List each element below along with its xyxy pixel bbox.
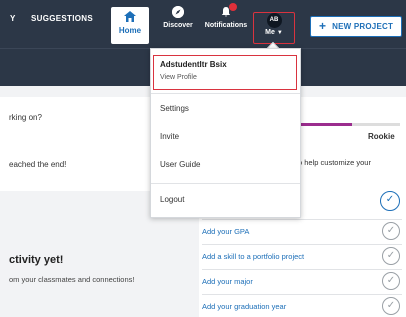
check-circle-icon[interactable]: ✓ <box>382 247 400 265</box>
nav-notifications-label: Notifications <box>204 22 248 29</box>
nav-notifications[interactable]: Notifications <box>202 3 250 44</box>
plus-icon: + <box>318 19 327 33</box>
nav-me-menu[interactable]: AB Me ▼ <box>253 12 295 44</box>
nav-me-row: Me ▼ <box>254 29 294 36</box>
end-of-feed-text: eached the end! <box>9 160 67 169</box>
task-row[interactable]: Add your GPA ✓ <box>202 219 402 241</box>
notification-badge <box>229 3 237 11</box>
nav-home[interactable]: Home <box>111 7 149 44</box>
task-row[interactable]: Add a skill to a portfolio project ✓ <box>202 244 402 266</box>
nav-discover-label: Discover <box>163 22 193 29</box>
new-project-button[interactable]: + NEW PROJECT <box>310 16 402 37</box>
profile-progress-fill <box>299 123 352 126</box>
menu-item-settings[interactable]: Settings <box>160 104 189 113</box>
divider <box>151 183 300 184</box>
tab-suggestions[interactable]: SUGGESTIONS <box>31 14 93 23</box>
task-link[interactable]: Add a skill to a portfolio project <box>202 252 304 261</box>
menu-item-user-guide[interactable]: User Guide <box>160 160 200 169</box>
nav-me-label: Me <box>265 29 275 36</box>
view-profile-link[interactable]: View Profile <box>160 74 197 81</box>
compass-icon <box>172 6 184 18</box>
menu-item-invite[interactable]: Invite <box>160 132 179 141</box>
home-icon <box>124 11 136 24</box>
completed-check-icon: ✓ <box>380 191 400 211</box>
task-row[interactable]: Add your major ✓ <box>202 269 402 291</box>
task-link[interactable]: Add your major <box>202 277 253 286</box>
check-circle-icon[interactable]: ✓ <box>382 272 400 290</box>
bell-icon <box>220 3 237 18</box>
working-on-prompt[interactable]: rking on? <box>9 113 42 122</box>
check-circle-icon[interactable]: ✓ <box>382 222 400 240</box>
divider <box>151 93 300 94</box>
menu-item-logout[interactable]: Logout <box>160 195 184 204</box>
task-row[interactable]: Add your graduation year ✓ <box>202 294 402 316</box>
nav-discover[interactable]: Discover <box>160 6 196 44</box>
new-project-label: NEW PROJECT <box>332 22 394 31</box>
task-link[interactable]: Add your GPA <box>202 227 249 236</box>
task-link[interactable]: Add your graduation year <box>202 302 286 311</box>
no-activity-subtitle: om your classmates and connections! <box>9 275 135 284</box>
user-name[interactable]: Adstudentltr Bsix <box>160 60 227 69</box>
tab-activity-partial[interactable]: Y <box>10 14 16 23</box>
level-label: Rookie <box>368 132 395 141</box>
avatar: AB <box>266 13 282 28</box>
nav-home-label: Home <box>118 26 142 35</box>
caret-down-icon: ▼ <box>276 30 283 36</box>
no-activity-title: ctivity yet! <box>9 254 64 266</box>
help-customize-text: o help customize your <box>298 158 371 167</box>
check-circle-icon[interactable]: ✓ <box>382 297 400 315</box>
